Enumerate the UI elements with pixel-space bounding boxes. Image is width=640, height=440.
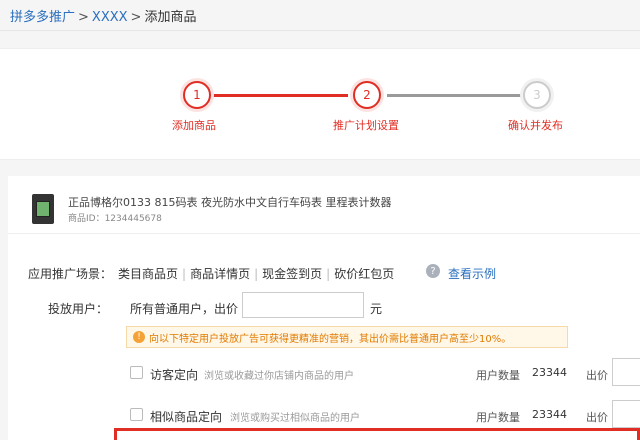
targeting-row-visitors: 访客定向 浏览或收藏过你店铺内商品的用户 用户数量 23344 出价 — [8, 358, 640, 386]
users-count-value: 23344 — [532, 366, 567, 379]
scene-tab-bargain[interactable]: 砍价红包页 — [334, 267, 394, 281]
step-connector-completed — [212, 94, 348, 97]
product-thumbnail — [32, 194, 54, 224]
targeting-name: 相似商品定向 — [150, 410, 223, 424]
breadcrumb-separator: > — [130, 10, 142, 25]
users-count-label: 用户数量 — [476, 369, 520, 382]
product-info: 正品博格尔0133 815码表 夜光防水中文自行车码表 里程表计数器 商品ID：… — [8, 176, 640, 234]
step-3-circle: 3 — [523, 81, 551, 109]
targeting-name: 访客定向 — [150, 368, 199, 382]
step-1-label: 添加商品 — [172, 119, 216, 132]
scene-tab-checkin[interactable]: 现金签到页 — [262, 267, 322, 281]
targeting-description: 浏览或收藏过你店铺内商品的用户 — [204, 371, 354, 382]
notice-banner: ! 向以下特定用户投放广告可获得更精准的营销，其出价需比普通用户高至少10%。 — [126, 326, 568, 348]
bid-label: 出价 — [586, 411, 608, 424]
progress-steps: 1 2 3 添加商品 推广计划设置 确认并发布 — [0, 48, 640, 160]
breadcrumb-link-xxxx[interactable]: XXXX — [92, 10, 128, 25]
plan-settings-panel: 正品博格尔0133 815码表 夜光防水中文自行车码表 里程表计数器 商品ID：… — [8, 176, 640, 440]
tab-separator: | — [182, 267, 187, 281]
tab-separator: | — [254, 267, 259, 281]
product-name: 正品博格尔0133 815码表 夜光防水中文自行车码表 里程表计数器 — [68, 196, 392, 209]
target-users-label: 投放用户： — [48, 302, 109, 316]
users-count-label: 用户数量 — [476, 411, 520, 424]
step-2-label: 推广计划设置 — [333, 119, 399, 132]
users-count-value: 23344 — [532, 408, 567, 421]
step-3-label: 确认并发布 — [508, 119, 563, 132]
similar-products-bid-input[interactable] — [612, 400, 640, 428]
notice-text: 向以下特定用户投放广告可获得更精准的营销，其出价需比普通用户高至少10%。 — [149, 333, 512, 345]
visitors-bid-input[interactable] — [612, 358, 640, 386]
product-id: 商品ID：1234445678 — [68, 214, 162, 224]
tab-separator: | — [326, 267, 331, 281]
similar-products-checkbox[interactable] — [130, 408, 143, 421]
view-example-link[interactable]: 查看示例 — [448, 265, 496, 282]
breadcrumb-current-page: 添加商品 — [144, 10, 197, 25]
highlight-frame — [114, 428, 640, 440]
targeting-row-similar-products: 相似商品定向 浏览或购买过相似商品的用户 用户数量 23344 出价 — [8, 400, 640, 428]
scene-tab-detail[interactable]: 商品详情页 — [190, 267, 250, 281]
bid-input[interactable] — [242, 292, 364, 318]
targeting-description: 浏览或购买过相似商品的用户 — [230, 413, 360, 424]
scene-tab-category[interactable]: 类目商品页 — [118, 267, 178, 281]
step-connector-pending — [387, 94, 523, 97]
step-2-circle: 2 — [353, 81, 381, 109]
breadcrumb-link-pdd-promotion[interactable]: 拼多多推广 — [10, 10, 75, 25]
breadcrumb-separator: > — [78, 10, 89, 25]
scene-label: 应用推广场景： — [28, 267, 113, 281]
header-divider — [0, 30, 640, 31]
visitors-checkbox[interactable] — [130, 366, 143, 379]
breadcrumb: 拼多多推广 > XXXX > 添加商品 — [10, 6, 196, 25]
step-1-circle: 1 — [183, 81, 211, 109]
scene-tabs: 类目商品页 | 商品详情页 | 现金签到页 | 砍价红包页 — [118, 265, 394, 282]
bid-description: 所有普通用户，出价 — [130, 302, 239, 316]
bid-label: 出价 — [586, 369, 608, 382]
warning-icon: ! — [133, 331, 145, 343]
bid-unit: 元 — [370, 302, 383, 316]
help-icon[interactable]: ? — [426, 264, 440, 278]
